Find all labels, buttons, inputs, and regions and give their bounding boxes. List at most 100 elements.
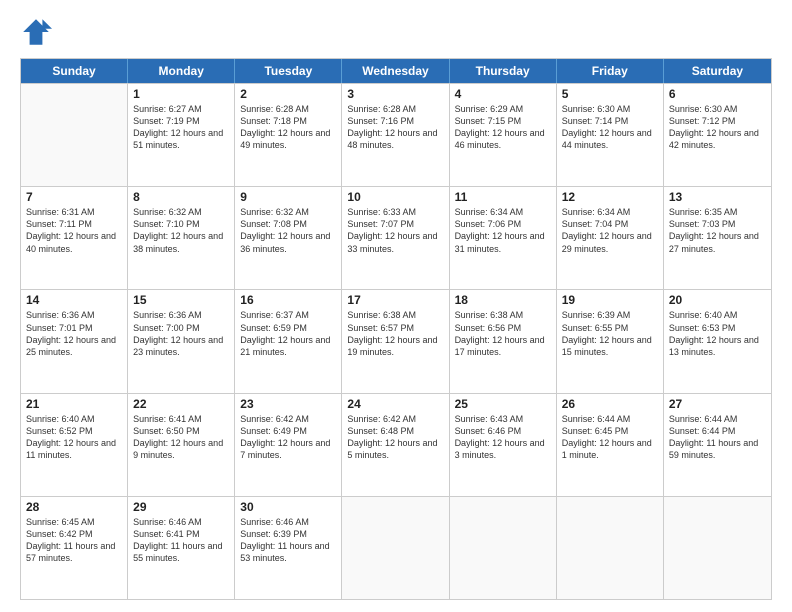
day-number: 14 (26, 293, 122, 307)
day-info: Sunrise: 6:32 AMSunset: 7:08 PMDaylight:… (240, 206, 336, 255)
day-number: 17 (347, 293, 443, 307)
day-info: Sunrise: 6:40 AMSunset: 6:52 PMDaylight:… (26, 413, 122, 462)
calendar-header-friday: Friday (557, 59, 664, 83)
day-number: 30 (240, 500, 336, 514)
calendar-day-28: 28 Sunrise: 6:45 AMSunset: 6:42 PMDayligh… (21, 497, 128, 599)
day-number: 22 (133, 397, 229, 411)
day-info: Sunrise: 6:36 AMSunset: 7:00 PMDaylight:… (133, 309, 229, 358)
day-info: Sunrise: 6:28 AMSunset: 7:16 PMDaylight:… (347, 103, 443, 152)
calendar-day-23: 23 Sunrise: 6:42 AMSunset: 6:49 PMDayligh… (235, 394, 342, 496)
day-info: Sunrise: 6:42 AMSunset: 6:48 PMDaylight:… (347, 413, 443, 462)
calendar-body: 1 Sunrise: 6:27 AMSunset: 7:19 PMDaylight… (21, 83, 771, 599)
day-info: Sunrise: 6:42 AMSunset: 6:49 PMDaylight:… (240, 413, 336, 462)
calendar-day-empty (450, 497, 557, 599)
header (20, 16, 772, 48)
day-number: 9 (240, 190, 336, 204)
day-info: Sunrise: 6:30 AMSunset: 7:12 PMDaylight:… (669, 103, 766, 152)
day-number: 23 (240, 397, 336, 411)
calendar-day-17: 17 Sunrise: 6:38 AMSunset: 6:57 PMDayligh… (342, 290, 449, 392)
calendar-week-5: 28 Sunrise: 6:45 AMSunset: 6:42 PMDayligh… (21, 496, 771, 599)
day-number: 20 (669, 293, 766, 307)
calendar-day-3: 3 Sunrise: 6:28 AMSunset: 7:16 PMDaylight… (342, 84, 449, 186)
calendar-header-saturday: Saturday (664, 59, 771, 83)
day-info: Sunrise: 6:38 AMSunset: 6:57 PMDaylight:… (347, 309, 443, 358)
day-number: 7 (26, 190, 122, 204)
calendar-day-12: 12 Sunrise: 6:34 AMSunset: 7:04 PMDayligh… (557, 187, 664, 289)
day-info: Sunrise: 6:41 AMSunset: 6:50 PMDaylight:… (133, 413, 229, 462)
calendar-header-wednesday: Wednesday (342, 59, 449, 83)
day-number: 2 (240, 87, 336, 101)
calendar-day-5: 5Sunrise: 6:30 AMSunset: 7:14 PMDaylight… (557, 84, 664, 186)
calendar-day-14: 14 Sunrise: 6:36 AMSunset: 7:01 PMDayligh… (21, 290, 128, 392)
calendar-day-21: 21 Sunrise: 6:40 AMSunset: 6:52 PMDayligh… (21, 394, 128, 496)
day-info: Sunrise: 6:32 AMSunset: 7:10 PMDaylight:… (133, 206, 229, 255)
day-number: 11 (455, 190, 551, 204)
day-number: 3 (347, 87, 443, 101)
calendar-header-thursday: Thursday (450, 59, 557, 83)
day-number: 10 (347, 190, 443, 204)
calendar-day-15: 15Sunrise: 6:36 AMSunset: 7:00 PMDayligh… (128, 290, 235, 392)
day-number: 1 (133, 87, 229, 101)
day-info: Sunrise: 6:35 AMSunset: 7:03 PMDaylight:… (669, 206, 766, 255)
day-number: 25 (455, 397, 551, 411)
calendar-day-25: 25 Sunrise: 6:43 AMSunset: 6:46 PMDayligh… (450, 394, 557, 496)
day-info: Sunrise: 6:31 AMSunset: 7:11 PMDaylight:… (26, 206, 122, 255)
day-info: Sunrise: 6:34 AMSunset: 7:04 PMDaylight:… (562, 206, 658, 255)
calendar-day-empty (21, 84, 128, 186)
day-info: Sunrise: 6:36 AMSunset: 7:01 PMDaylight:… (26, 309, 122, 358)
day-info: Sunrise: 6:46 AMSunset: 6:41 PMDaylight:… (133, 516, 229, 565)
calendar-day-20: 20 Sunrise: 6:40 AMSunset: 6:53 PMDayligh… (664, 290, 771, 392)
day-number: 27 (669, 397, 766, 411)
calendar-day-2: 2Sunrise: 6:28 AMSunset: 7:18 PMDaylight… (235, 84, 342, 186)
day-number: 5 (562, 87, 658, 101)
day-info: Sunrise: 6:27 AMSunset: 7:19 PMDaylight:… (133, 103, 229, 152)
calendar-day-4: 4 Sunrise: 6:29 AMSunset: 7:15 PMDaylight… (450, 84, 557, 186)
day-info: Sunrise: 6:38 AMSunset: 6:56 PMDaylight:… (455, 309, 551, 358)
day-number: 8 (133, 190, 229, 204)
day-info: Sunrise: 6:44 AMSunset: 6:45 PMDaylight:… (562, 413, 658, 462)
calendar-header-sunday: Sunday (21, 59, 128, 83)
calendar-day-27: 27 Sunrise: 6:44 AMSunset: 6:44 PMDayligh… (664, 394, 771, 496)
day-info: Sunrise: 6:33 AMSunset: 7:07 PMDaylight:… (347, 206, 443, 255)
day-info: Sunrise: 6:46 AMSunset: 6:39 PMDaylight:… (240, 516, 336, 565)
day-number: 12 (562, 190, 658, 204)
day-number: 28 (26, 500, 122, 514)
calendar-week-2: 7 Sunrise: 6:31 AMSunset: 7:11 PMDaylight… (21, 186, 771, 289)
day-info: Sunrise: 6:40 AMSunset: 6:53 PMDaylight:… (669, 309, 766, 358)
day-number: 4 (455, 87, 551, 101)
calendar-day-empty (664, 497, 771, 599)
calendar-day-11: 11Sunrise: 6:34 AMSunset: 7:06 PMDayligh… (450, 187, 557, 289)
calendar-week-1: 1 Sunrise: 6:27 AMSunset: 7:19 PMDaylight… (21, 83, 771, 186)
day-number: 24 (347, 397, 443, 411)
calendar-day-1: 1 Sunrise: 6:27 AMSunset: 7:19 PMDaylight… (128, 84, 235, 186)
day-info: Sunrise: 6:39 AMSunset: 6:55 PMDaylight:… (562, 309, 658, 358)
calendar-day-22: 22 Sunrise: 6:41 AMSunset: 6:50 PMDayligh… (128, 394, 235, 496)
day-number: 19 (562, 293, 658, 307)
calendar-day-18: 18 Sunrise: 6:38 AMSunset: 6:56 PMDayligh… (450, 290, 557, 392)
calendar-day-8: 8 Sunrise: 6:32 AMSunset: 7:10 PMDaylight… (128, 187, 235, 289)
day-info: Sunrise: 6:29 AMSunset: 7:15 PMDaylight:… (455, 103, 551, 152)
calendar-day-30: 30 Sunrise: 6:46 AMSunset: 6:39 PMDayligh… (235, 497, 342, 599)
calendar: SundayMondayTuesdayWednesdayThursdayFrid… (20, 58, 772, 600)
day-number: 13 (669, 190, 766, 204)
calendar-day-empty (342, 497, 449, 599)
calendar-day-29: 29 Sunrise: 6:46 AMSunset: 6:41 PMDayligh… (128, 497, 235, 599)
day-info: Sunrise: 6:45 AMSunset: 6:42 PMDaylight:… (26, 516, 122, 565)
calendar-header-monday: Monday (128, 59, 235, 83)
calendar-week-3: 14 Sunrise: 6:36 AMSunset: 7:01 PMDayligh… (21, 289, 771, 392)
day-info: Sunrise: 6:37 AMSunset: 6:59 PMDaylight:… (240, 309, 336, 358)
calendar-day-13: 13 Sunrise: 6:35 AMSunset: 7:03 PMDayligh… (664, 187, 771, 289)
calendar-header-row: SundayMondayTuesdayWednesdayThursdayFrid… (21, 59, 771, 83)
calendar-day-26: 26Sunrise: 6:44 AMSunset: 6:45 PMDayligh… (557, 394, 664, 496)
calendar-week-4: 21 Sunrise: 6:40 AMSunset: 6:52 PMDayligh… (21, 393, 771, 496)
day-number: 21 (26, 397, 122, 411)
day-number: 18 (455, 293, 551, 307)
calendar-day-19: 19 Sunrise: 6:39 AMSunset: 6:55 PMDayligh… (557, 290, 664, 392)
page: SundayMondayTuesdayWednesdayThursdayFrid… (0, 0, 792, 612)
calendar-day-empty (557, 497, 664, 599)
calendar-day-16: 16Sunrise: 6:37 AMSunset: 6:59 PMDayligh… (235, 290, 342, 392)
day-info: Sunrise: 6:44 AMSunset: 6:44 PMDaylight:… (669, 413, 766, 462)
day-number: 29 (133, 500, 229, 514)
logo (20, 16, 56, 48)
day-info: Sunrise: 6:43 AMSunset: 6:46 PMDaylight:… (455, 413, 551, 462)
